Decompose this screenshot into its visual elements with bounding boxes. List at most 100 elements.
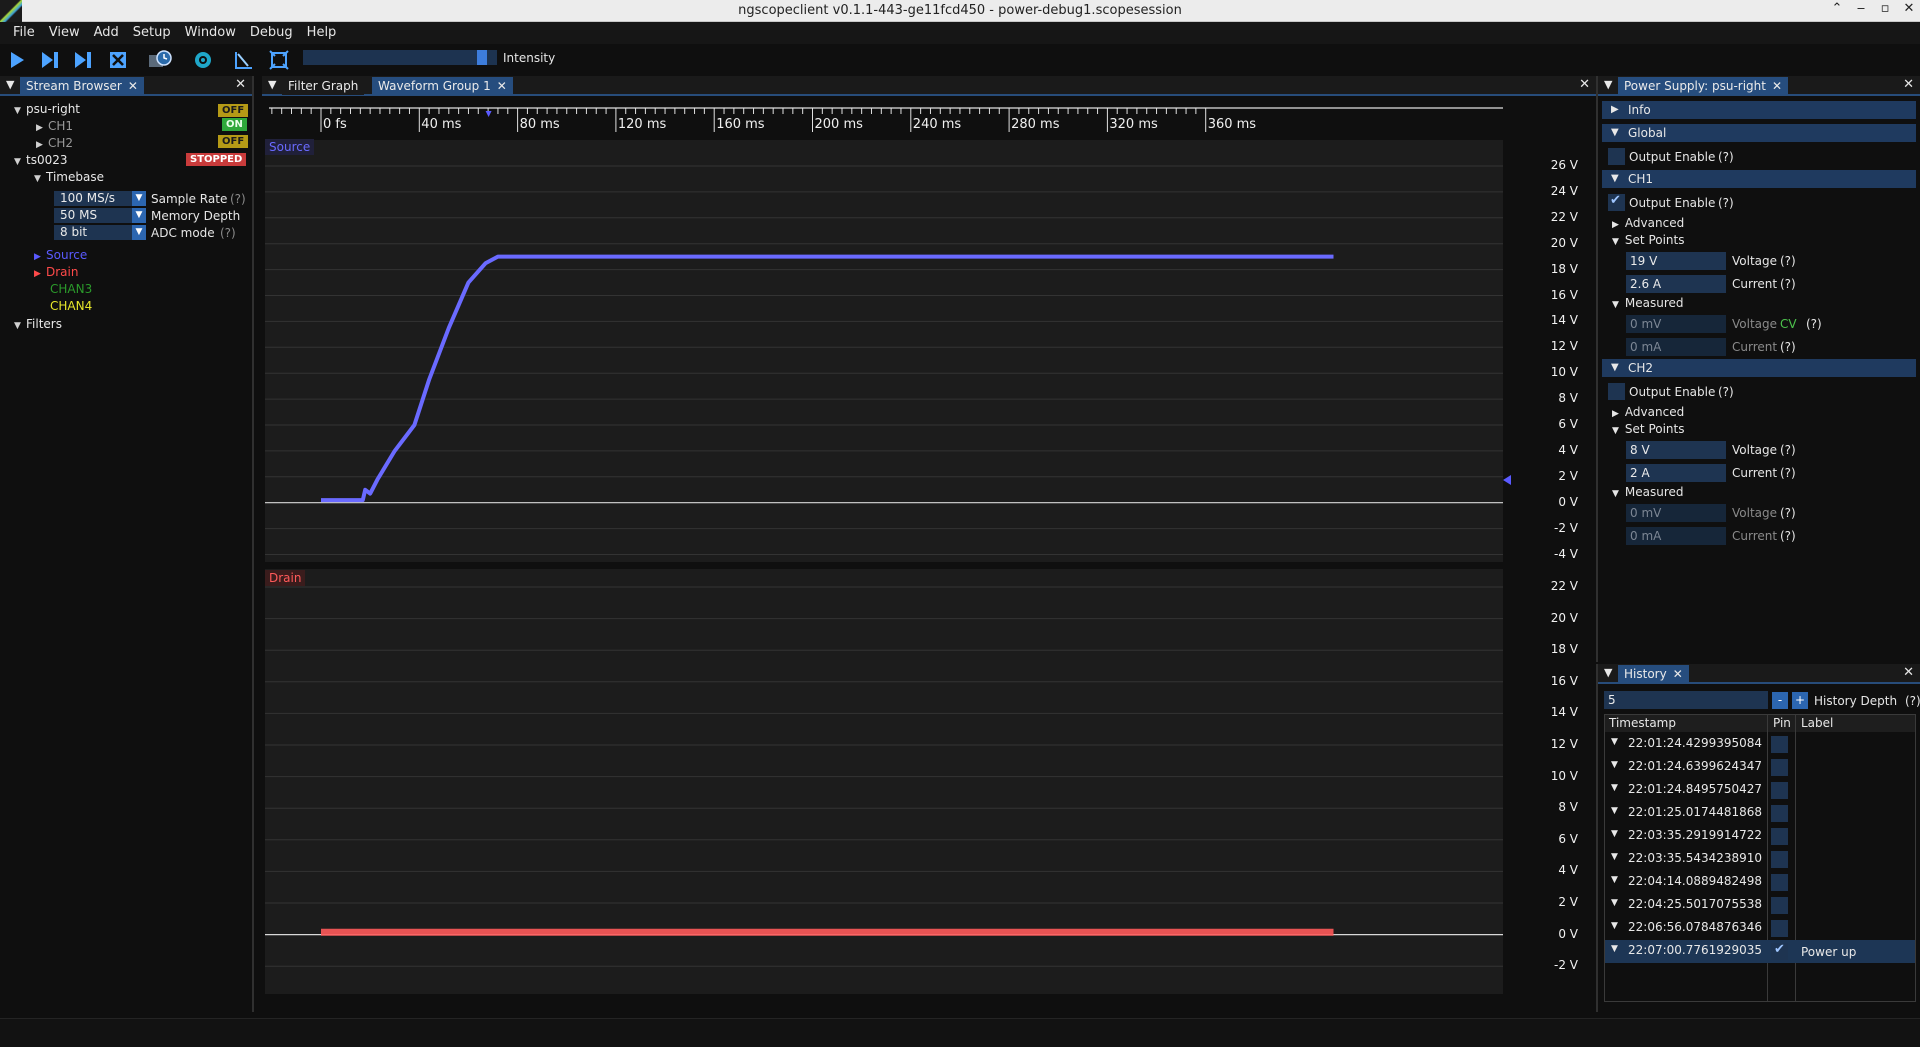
chevron-down-icon[interactable]: ▼ <box>132 208 146 223</box>
help-icon[interactable]: (?) <box>1780 506 1796 520</box>
tree-item-channel-chan3[interactable]: CHAN3 <box>50 282 92 296</box>
menu-setup[interactable]: Setup <box>126 22 178 44</box>
panel-menu-arrow-icon[interactable]: ▼ <box>1604 666 1612 679</box>
history-pin-checkbox[interactable] <box>1771 736 1788 753</box>
minimize-button[interactable]: ‒ <box>1854 1 1868 16</box>
source-channel-label[interactable]: Source <box>265 139 315 155</box>
adc-mode-select[interactable]: 8 bit <box>54 225 136 240</box>
help-icon[interactable]: (?) <box>220 226 236 240</box>
trigger-start-button[interactable] <box>6 49 28 71</box>
chevron-down-icon[interactable]: ▼ <box>132 225 146 240</box>
history-depth-decrement-button[interactable]: - <box>1772 692 1788 709</box>
expand-arrow-icon[interactable]: ▼ <box>1611 737 1618 747</box>
tab-power-supply[interactable]: Power Supply: psu-right ✕ <box>1618 77 1789 95</box>
ch2-output-enable-checkbox[interactable] <box>1608 383 1625 400</box>
tab-waveform-group-1[interactable]: Waveform Group 1 ✕ <box>372 77 513 95</box>
history-row[interactable]: ▼ 22:01:24.4299395084 <box>1605 733 1915 756</box>
close-tab-icon[interactable]: ✕ <box>1772 79 1782 93</box>
history-row[interactable]: ▼ 22:07:00.7761929035 Power up <box>1605 940 1915 963</box>
close-panel-icon[interactable]: ✕ <box>235 77 246 92</box>
fullscreen-button[interactable] <box>268 49 290 71</box>
history-button[interactable] <box>147 49 173 71</box>
tree-item-channel-source[interactable]: ▶ Source <box>34 248 87 262</box>
close-window-button[interactable]: ✕ <box>1902 1 1916 16</box>
history-row[interactable]: ▼ 22:03:35.5434238910 <box>1605 848 1915 871</box>
column-timestamp[interactable]: Timestamp <box>1609 716 1676 730</box>
section-global[interactable]: ▼ Global <box>1602 124 1916 142</box>
menu-help[interactable]: Help <box>300 22 344 44</box>
ch2-set-voltage-input[interactable]: 8 V <box>1626 441 1726 459</box>
history-pin-checkbox[interactable] <box>1771 805 1788 822</box>
drain-channel-label[interactable]: Drain <box>265 570 306 586</box>
history-row[interactable]: ▼ 22:01:25.0174481868 <box>1605 802 1915 825</box>
column-pin[interactable]: Pin <box>1773 716 1791 730</box>
global-output-enable-checkbox[interactable] <box>1608 148 1625 165</box>
tree-item-channel-drain[interactable]: ▶ Drain <box>34 265 78 279</box>
panel-menu-arrow-icon[interactable]: ▼ <box>1604 78 1612 91</box>
help-icon[interactable]: (?) <box>1780 443 1796 457</box>
tree-item-psu-ch2[interactable]: ▶ CH2 <box>36 136 73 150</box>
history-depth-increment-button[interactable]: + <box>1792 692 1808 709</box>
ch2-advanced-toggle[interactable]: ▶ Advanced <box>1612 405 1684 419</box>
help-icon[interactable]: (?) <box>230 192 246 206</box>
menu-file[interactable]: File <box>6 22 42 44</box>
tab-filter-graph[interactable]: Filter Graph <box>282 77 365 95</box>
memory-depth-select[interactable]: 50 MS <box>54 208 136 223</box>
section-ch1[interactable]: ▼ CH1 <box>1602 170 1916 188</box>
history-pin-checkbox[interactable] <box>1771 874 1788 891</box>
help-icon[interactable]: (?) <box>1780 466 1796 480</box>
help-icon[interactable]: (?) <box>1718 150 1734 164</box>
tab-stream-browser[interactable]: Stream Browser ✕ <box>20 77 144 95</box>
menu-window[interactable]: Window <box>178 22 243 44</box>
panel-menu-arrow-icon[interactable]: ▼ <box>6 78 14 91</box>
expand-arrow-icon[interactable]: ▼ <box>1611 898 1618 908</box>
close-tab-icon[interactable]: ✕ <box>1673 667 1683 681</box>
section-ch2[interactable]: ▼ CH2 <box>1602 359 1916 377</box>
expand-arrow-icon[interactable]: ▼ <box>1611 783 1618 793</box>
tree-item-timebase[interactable]: ▼ Timebase <box>34 170 104 184</box>
close-panel-icon[interactable]: ✕ <box>1579 77 1590 92</box>
history-row[interactable]: ▼ 22:03:35.2919914722 <box>1605 825 1915 848</box>
history-pin-checkbox[interactable] <box>1771 851 1788 868</box>
history-row[interactable]: ▼ 22:04:14.0889482498 <box>1605 871 1915 894</box>
history-label[interactable]: Power up <box>1801 945 1856 959</box>
menu-view[interactable]: View <box>42 22 87 44</box>
maximize-button[interactable]: ▫ <box>1878 1 1892 16</box>
ch1-set-current-input[interactable]: 2.6 A <box>1626 275 1726 293</box>
history-pin-checkbox[interactable] <box>1771 942 1788 960</box>
column-label[interactable]: Label <box>1801 716 1833 730</box>
history-row[interactable]: ▼ 22:01:24.6399624347 <box>1605 756 1915 779</box>
menu-add[interactable]: Add <box>87 22 126 44</box>
history-pin-checkbox[interactable] <box>1771 828 1788 845</box>
chevron-down-icon[interactable]: ▼ <box>132 191 146 206</box>
window-shade-icon[interactable]: ⌃ <box>1830 1 1844 16</box>
ch1-output-enable-checkbox[interactable] <box>1608 193 1625 211</box>
trigger-stop-button[interactable] <box>107 49 129 71</box>
expand-arrow-icon[interactable]: ▼ <box>1611 760 1618 770</box>
ch1-set-points-toggle[interactable]: ▼ Set Points <box>1612 233 1685 247</box>
trigger-level-icon[interactable] <box>1502 474 1512 486</box>
help-icon[interactable]: (?) <box>1780 529 1796 543</box>
tree-item-psu[interactable]: ▼ psu-right <box>14 102 80 116</box>
ch1-measured-toggle[interactable]: ▼ Measured <box>1612 296 1684 310</box>
tree-item-filters[interactable]: ▼ Filters <box>14 317 62 331</box>
help-icon[interactable]: (?) <box>1780 254 1796 268</box>
history-depth-input[interactable]: 5 <box>1604 691 1768 709</box>
tree-item-psu-ch1[interactable]: ▶ CH1 <box>36 119 73 133</box>
expand-arrow-icon[interactable]: ▼ <box>1611 875 1618 885</box>
history-pin-checkbox[interactable] <box>1771 920 1788 937</box>
trigger-force-button[interactable] <box>72 49 94 71</box>
history-row[interactable]: ▼ 22:01:24.8495750427 <box>1605 779 1915 802</box>
clear-sweeps-button[interactable] <box>233 49 255 71</box>
close-panel-icon[interactable]: ✕ <box>1903 77 1914 92</box>
help-icon[interactable]: (?) <box>1905 694 1920 708</box>
ch2-set-current-input[interactable]: 2 A <box>1626 464 1726 482</box>
expand-arrow-icon[interactable]: ▼ <box>1611 921 1618 931</box>
close-panel-icon[interactable]: ✕ <box>1903 665 1914 680</box>
menu-debug[interactable]: Debug <box>243 22 300 44</box>
ch1-set-voltage-input[interactable]: 19 V <box>1626 252 1726 270</box>
time-axis[interactable]: 0 fs 40 ms 80 ms 120 ms 160 ms 200 ms 240 ms 28… <box>265 98 1505 134</box>
help-icon[interactable]: (?) <box>1718 385 1734 399</box>
sample-rate-select[interactable]: 100 MS/s <box>54 191 136 206</box>
close-tab-icon[interactable]: ✕ <box>497 79 507 93</box>
